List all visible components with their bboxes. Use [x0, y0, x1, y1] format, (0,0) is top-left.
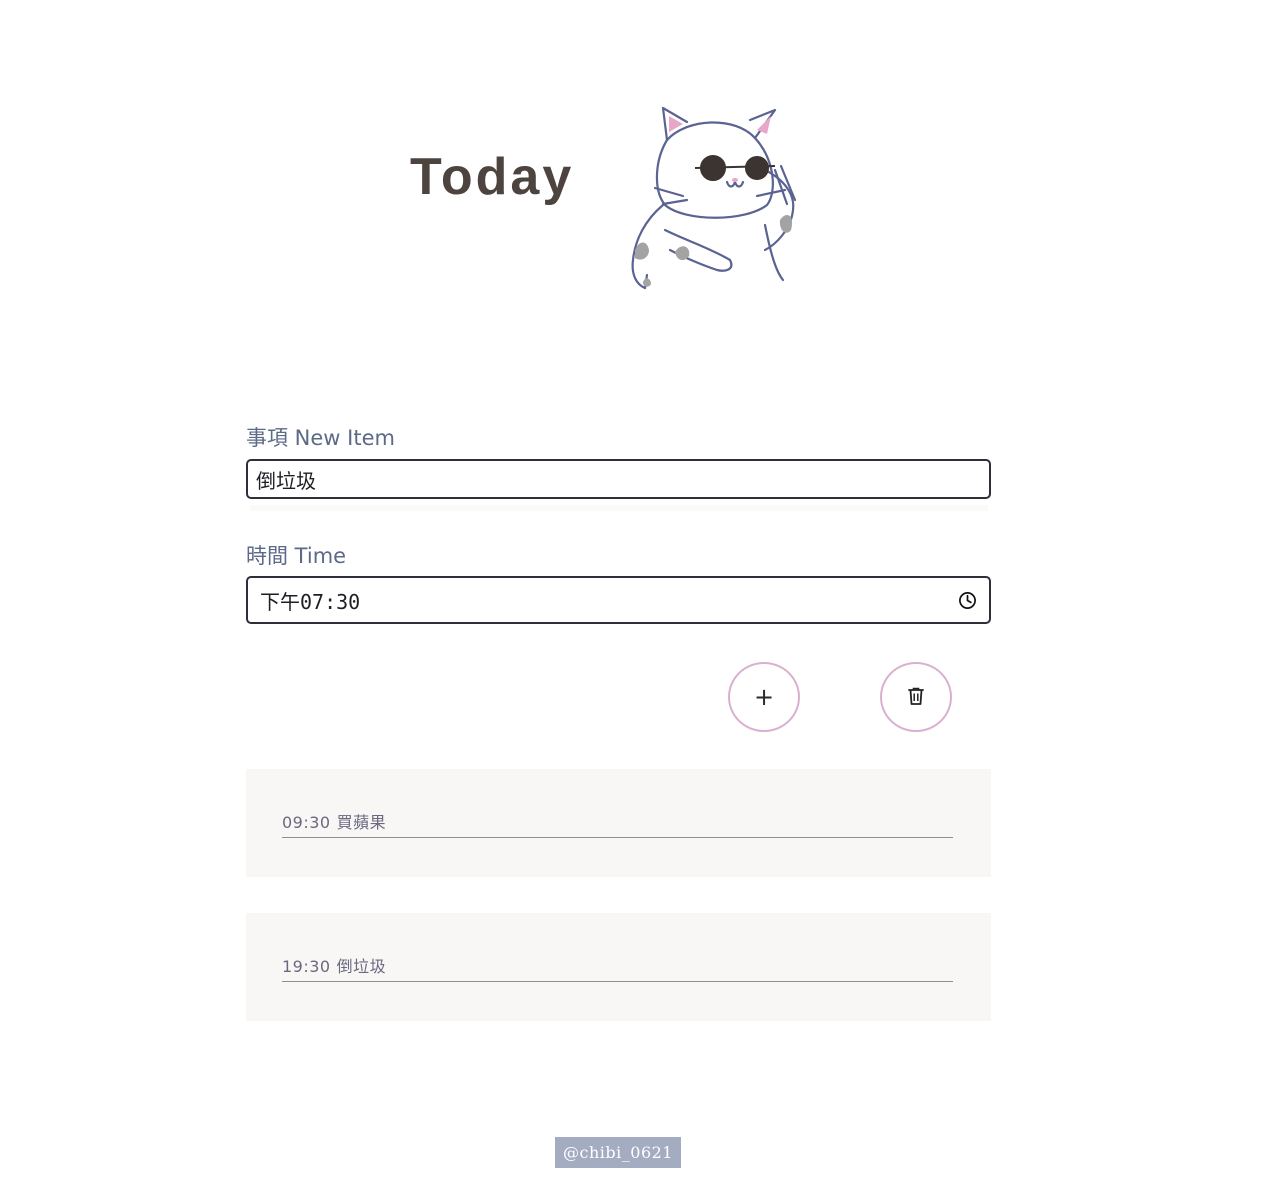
item-input-shadow [250, 505, 988, 511]
item-input[interactable] [246, 459, 991, 499]
watermark: @chibi_0621 [555, 1137, 681, 1168]
todo-text: 買蘋果 [336, 813, 387, 832]
time-field-label: 時間 Time [246, 544, 347, 568]
cat-illustration [631, 106, 797, 290]
page-header: Today [400, 95, 830, 295]
todo-card: 09:30 買蘋果 [246, 769, 991, 877]
todo-card: 19:30 倒垃圾 [246, 913, 991, 1021]
todo-item[interactable]: 19:30 倒垃圾 [282, 953, 953, 982]
item-field-label: 事項 New Item [246, 426, 395, 450]
plus-icon: + [753, 683, 775, 711]
delete-button[interactable] [880, 662, 952, 732]
page-title: Today [410, 148, 575, 206]
todo-item[interactable]: 09:30 買蘋果 [282, 809, 953, 838]
add-button[interactable]: + [728, 662, 800, 732]
clock-icon[interactable] [957, 590, 977, 610]
time-input[interactable]: 下午07:30 [246, 576, 991, 624]
time-input-value: 下午07:30 [260, 589, 361, 614]
todo-time: 19:30 [282, 957, 331, 976]
todo-text: 倒垃圾 [336, 957, 387, 976]
trash-icon [907, 686, 925, 709]
todo-time: 09:30 [282, 813, 331, 832]
